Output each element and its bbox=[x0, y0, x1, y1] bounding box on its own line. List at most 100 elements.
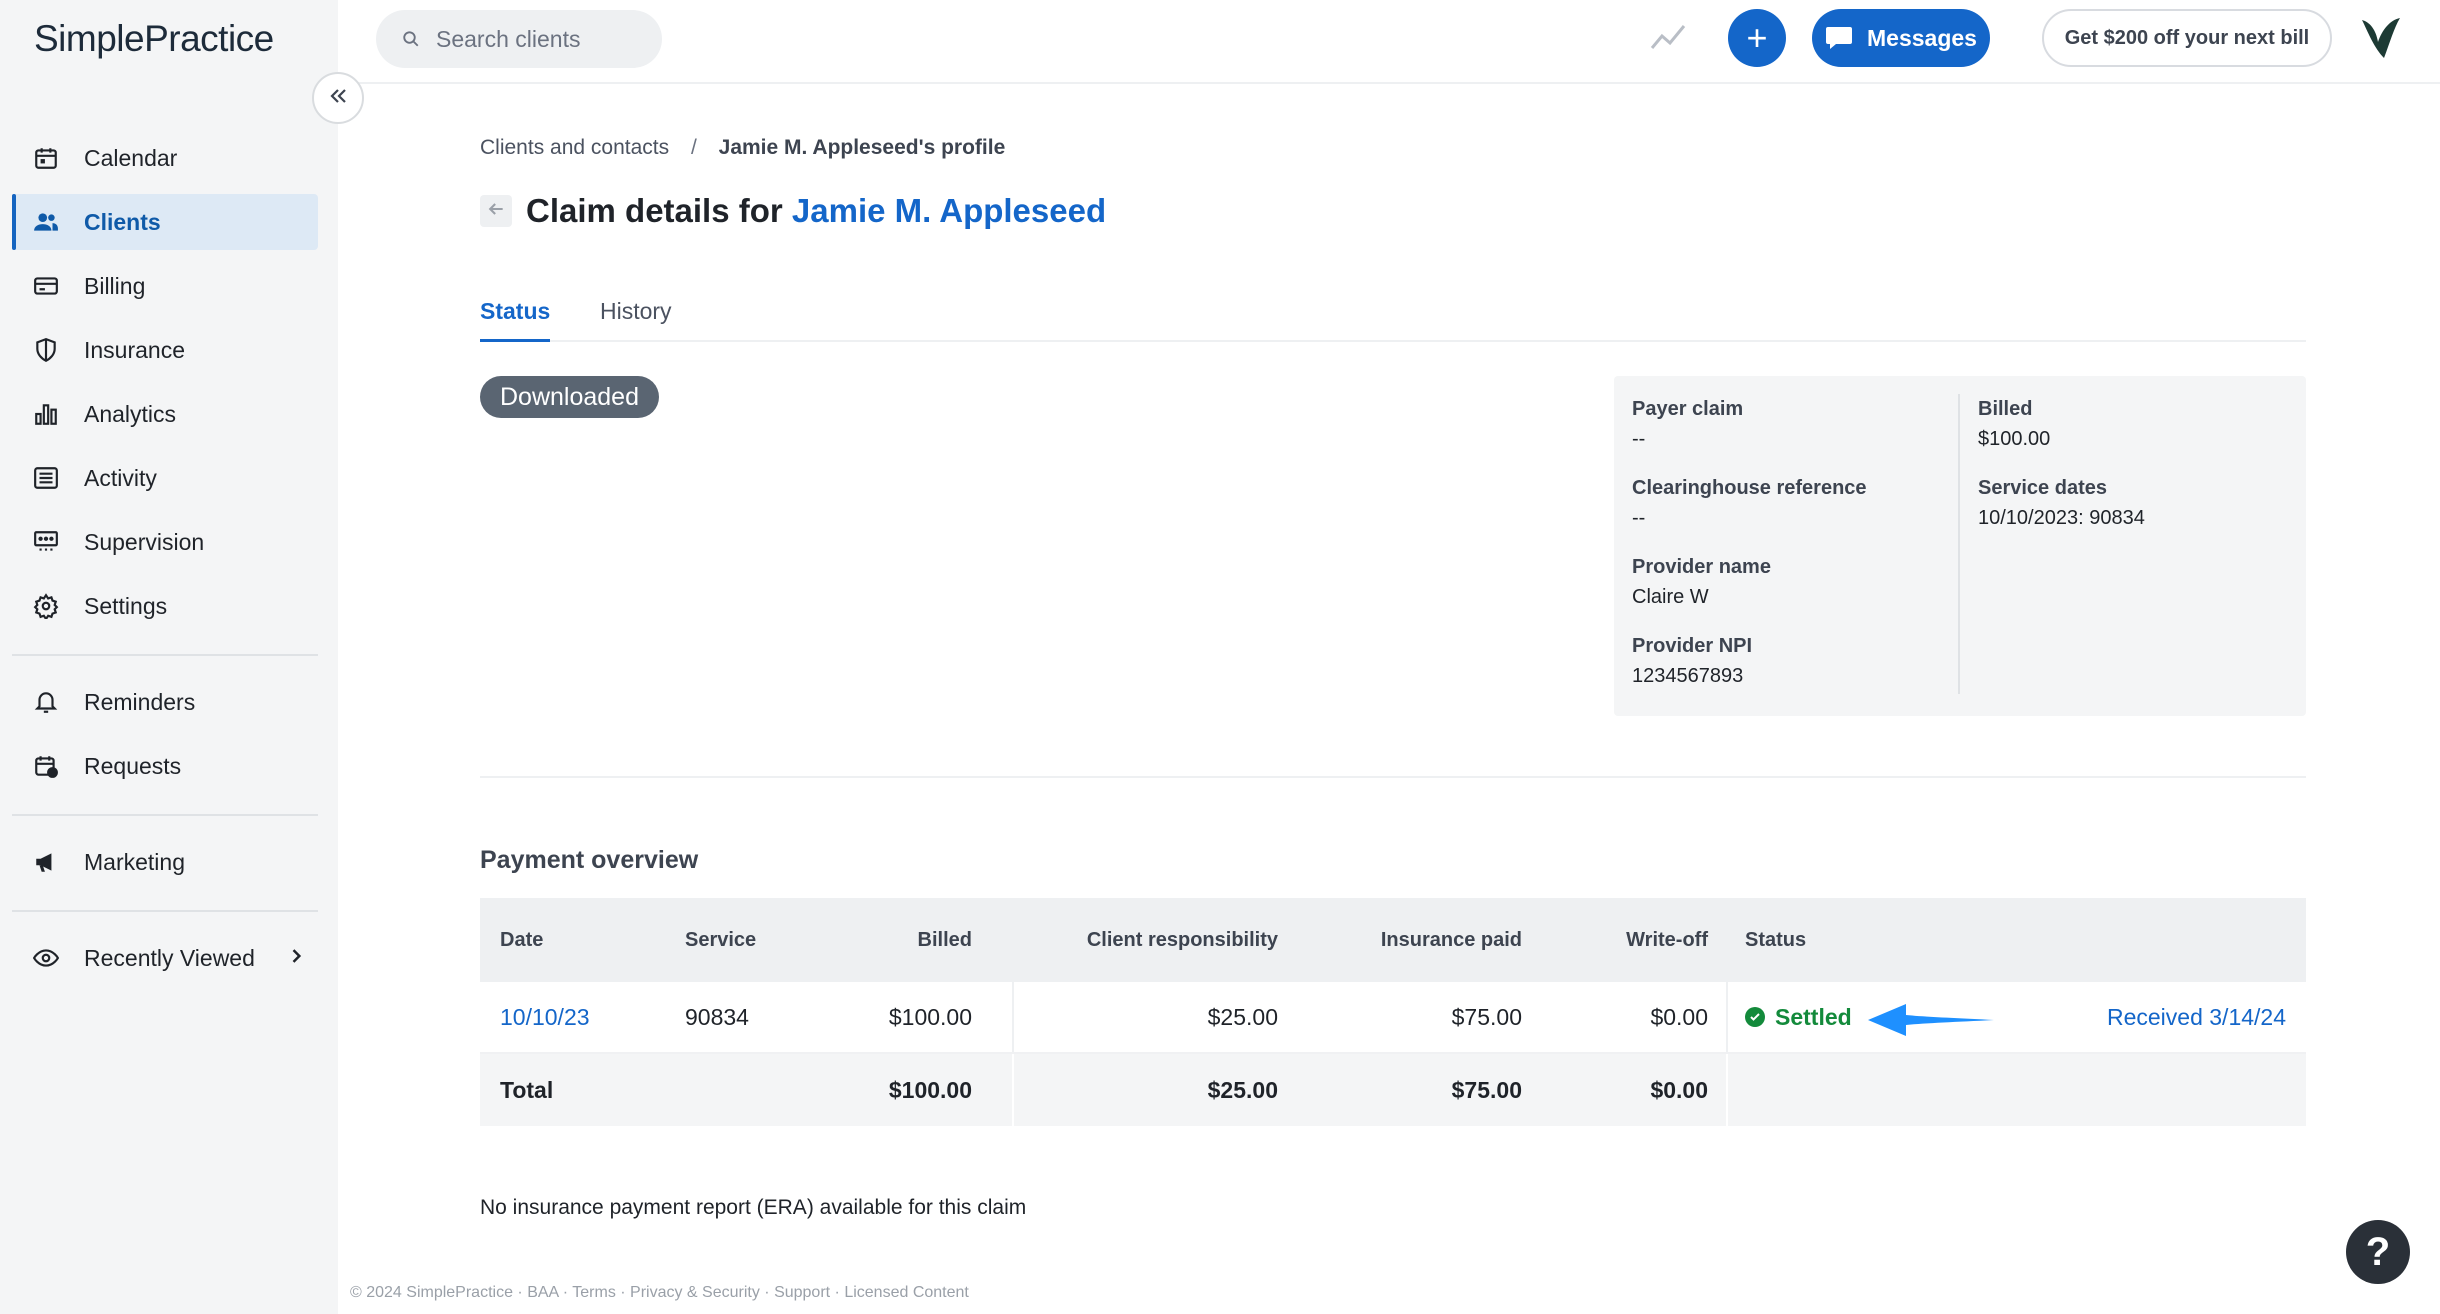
plus-icon: + bbox=[1746, 17, 1768, 58]
title-row: Claim details for Jamie M. Appleseed bbox=[480, 192, 1106, 230]
payer-claim-value: -- bbox=[1632, 428, 1646, 450]
column-header-insurance-paid: Insurance paid bbox=[1380, 928, 1522, 951]
sidebar-divider bbox=[12, 814, 318, 816]
sidebar: SimplePractice Calendar Clients Billing … bbox=[0, 0, 338, 1314]
column-divider bbox=[1726, 1054, 1728, 1126]
shield-icon bbox=[30, 334, 62, 366]
breadcrumb-parent-link[interactable]: Clients and contacts bbox=[480, 136, 669, 159]
sidebar-item-label: Recently Viewed bbox=[84, 944, 255, 971]
row-client-responsibility: $25.00 bbox=[1207, 1003, 1278, 1030]
messages-label: Messages bbox=[1867, 24, 1977, 51]
sidebar-item-label: Supervision bbox=[84, 528, 205, 555]
provider-name: Provider name Claire W bbox=[1632, 552, 1867, 612]
clearinghouse-reference: Clearinghouse reference -- bbox=[1632, 473, 1867, 533]
app-logo[interactable]: SimplePractice bbox=[34, 18, 274, 60]
page-title: Claim details for Jamie M. Appleseed bbox=[526, 192, 1106, 230]
sidebar-item-billing[interactable]: Billing bbox=[12, 258, 318, 314]
search-placeholder: Search clients bbox=[436, 25, 581, 52]
supervision-icon bbox=[30, 526, 62, 558]
tab-bar: Status History bbox=[480, 290, 2306, 342]
tab-history[interactable]: History bbox=[600, 298, 672, 342]
breadcrumb-current-link[interactable]: Jamie M. Appleseed's profile bbox=[719, 136, 1006, 159]
trend-icon[interactable] bbox=[1650, 22, 1686, 57]
received-date-link[interactable]: Received 3/14/24 bbox=[2107, 982, 2286, 1052]
help-button[interactable]: ? bbox=[2346, 1220, 2410, 1284]
clearinghouse-reference-value: -- bbox=[1632, 507, 1646, 529]
sidebar-item-reminders[interactable]: Reminders bbox=[12, 674, 318, 730]
search-input[interactable]: Search clients bbox=[376, 10, 662, 68]
collapse-sidebar-button[interactable] bbox=[312, 72, 364, 124]
brand-mark-icon[interactable] bbox=[2356, 14, 2404, 67]
provider-name-label: Provider name bbox=[1632, 556, 1771, 578]
row-date-link[interactable]: 10/10/23 bbox=[500, 982, 590, 1052]
sidebar-item-settings[interactable]: Settings bbox=[12, 578, 318, 634]
footer-links[interactable]: © 2024 SimplePractice · BAA · Terms · Pr… bbox=[350, 1284, 969, 1302]
total-billed: $100.00 bbox=[888, 1076, 972, 1103]
sidebar-item-label: Reminders bbox=[84, 688, 196, 715]
chevron-right-icon bbox=[286, 945, 306, 972]
provider-npi-value: 1234567893 bbox=[1632, 665, 1744, 687]
column-header-billed: Billed bbox=[917, 928, 972, 951]
promo-button[interactable]: Get $200 off your next bill bbox=[2042, 9, 2332, 67]
row-billed: $100.00 bbox=[888, 1003, 972, 1030]
sidebar-item-label: Activity bbox=[84, 464, 157, 491]
clearinghouse-reference-label: Clearinghouse reference bbox=[1632, 477, 1867, 499]
claim-details-right: Billed $100.00 Service dates 10/10/2023:… bbox=[1978, 394, 2145, 552]
sidebar-item-recently-viewed[interactable]: Recently Viewed bbox=[12, 930, 318, 986]
sidebar-item-analytics[interactable]: Analytics bbox=[12, 386, 318, 442]
service-dates: Service dates 10/10/2023: 90834 bbox=[1978, 473, 2145, 533]
sidebar-nav: Calendar Clients Billing Insurance Analy… bbox=[12, 130, 318, 994]
credit-card-icon bbox=[30, 270, 62, 302]
column-header-client-responsibility: Client responsibility bbox=[1086, 928, 1278, 951]
service-dates-label: Service dates bbox=[1978, 477, 2107, 499]
sidebar-item-label: Requests bbox=[84, 752, 182, 779]
messages-button[interactable]: Messages bbox=[1812, 9, 1990, 67]
payer-claim-label: Payer claim bbox=[1632, 398, 1744, 420]
billed-amount: Billed $100.00 bbox=[1978, 394, 2145, 454]
row-insurance-paid: $75.00 bbox=[1451, 1003, 1522, 1030]
tab-status[interactable]: Status bbox=[480, 298, 551, 342]
total-label: Total bbox=[500, 1076, 554, 1103]
payer-claim: Payer claim -- bbox=[1632, 394, 1867, 454]
client-name-link[interactable]: Jamie M. Appleseed bbox=[792, 192, 1106, 229]
settled-status: Settled bbox=[1745, 1004, 1852, 1031]
billed-label: Billed bbox=[1978, 398, 2033, 420]
sidebar-item-marketing[interactable]: Marketing bbox=[12, 834, 318, 890]
annotation-arrow-icon bbox=[1866, 998, 1996, 1048]
eye-icon bbox=[30, 942, 62, 974]
provider-npi: Provider NPI 1234567893 bbox=[1632, 631, 1867, 691]
search-icon bbox=[402, 30, 420, 48]
breadcrumb-separator: / bbox=[690, 136, 697, 159]
row-service: 90834 bbox=[685, 1003, 749, 1030]
arrow-left-icon bbox=[486, 199, 506, 224]
bar-chart-icon bbox=[30, 398, 62, 430]
page-title-prefix: Claim details for bbox=[526, 192, 792, 229]
sidebar-item-supervision[interactable]: Supervision bbox=[12, 514, 318, 570]
sidebar-item-clients[interactable]: Clients bbox=[12, 194, 318, 250]
column-header-date: Date bbox=[500, 928, 544, 951]
sidebar-divider bbox=[12, 910, 318, 912]
total-insurance-paid: $75.00 bbox=[1451, 1076, 1522, 1103]
gear-icon bbox=[30, 590, 62, 622]
sidebar-item-label: Marketing bbox=[84, 848, 185, 875]
sidebar-item-insurance[interactable]: Insurance bbox=[12, 322, 318, 378]
megaphone-icon bbox=[30, 846, 62, 878]
calendar-request-icon bbox=[30, 750, 62, 782]
table-row: 10/10/23 90834 $100.00 $25.00 $75.00 $0.… bbox=[480, 982, 2306, 1054]
back-button[interactable] bbox=[480, 195, 512, 227]
era-note: No insurance payment report (ERA) availa… bbox=[480, 1196, 1027, 1219]
column-header-write-off: Write-off bbox=[1626, 928, 1708, 951]
add-button[interactable]: + bbox=[1728, 9, 1786, 67]
sidebar-item-calendar[interactable]: Calendar bbox=[12, 130, 318, 186]
sidebar-item-label: Insurance bbox=[84, 336, 186, 363]
settled-label: Settled bbox=[1775, 1003, 1852, 1030]
sidebar-item-activity[interactable]: Activity bbox=[12, 450, 318, 506]
payment-overview-table: Date Service Billed Client responsibilit… bbox=[480, 898, 2306, 1126]
billed-value: $100.00 bbox=[1978, 428, 2051, 450]
claim-details-divider bbox=[1958, 394, 1960, 694]
chat-bubble-icon bbox=[1825, 25, 1853, 51]
sidebar-item-label: Settings bbox=[84, 592, 168, 619]
sidebar-item-label: Billing bbox=[84, 272, 146, 299]
sidebar-item-requests[interactable]: Requests bbox=[12, 738, 318, 794]
claim-status-badge: Downloaded bbox=[480, 376, 659, 418]
